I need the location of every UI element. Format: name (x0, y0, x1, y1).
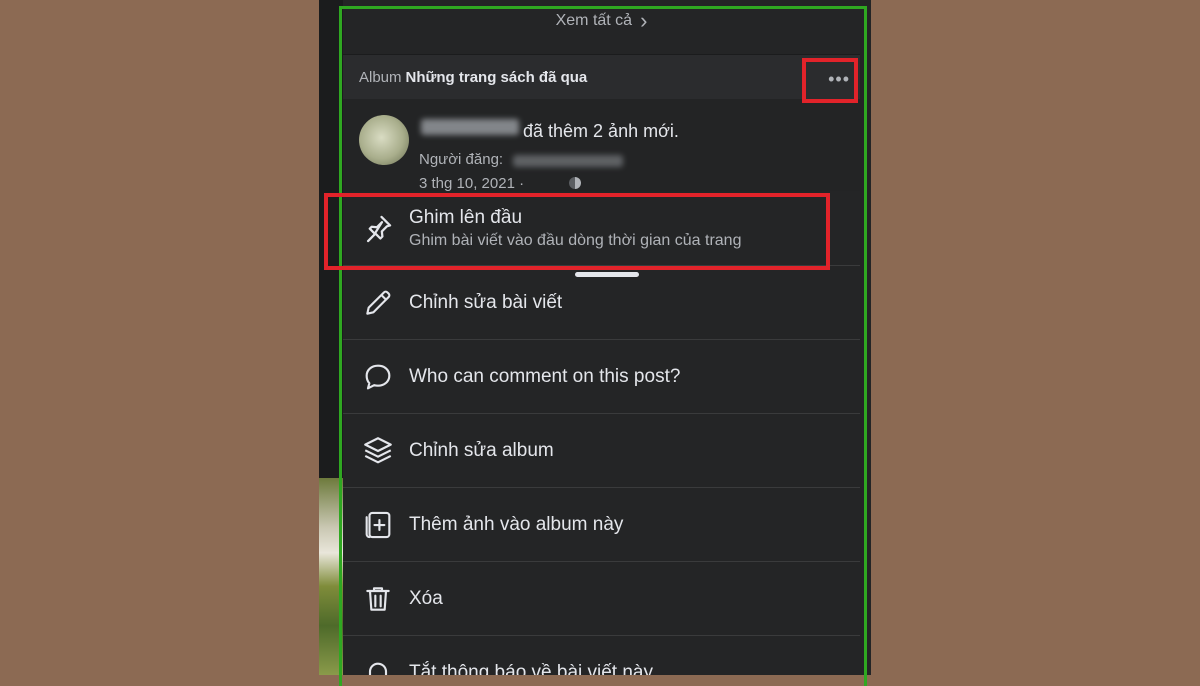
screenshot-frame: Xem tất cả › Album Những trang sách đã q… (319, 0, 871, 675)
see-all-link[interactable]: Xem tất cả › (343, 0, 860, 42)
album-label: Album (359, 68, 402, 86)
pin-icon (358, 209, 398, 249)
post-date: 3 thg 10, 2021 · (419, 175, 525, 192)
post-options-sheet: Xem tất cả › Album Những trang sách đã q… (343, 0, 860, 675)
avatar[interactable] (359, 115, 409, 165)
menu-item-turn-off-notifications[interactable]: Tắt thông báo về bài viết này (343, 636, 860, 675)
menu-item-delete[interactable]: Xóa (343, 562, 860, 636)
trash-icon (358, 579, 398, 619)
comment-icon (358, 357, 398, 397)
menu-item-label: Chỉnh sửa album (409, 439, 554, 461)
post-action-text: đã thêm 2 ảnh mới. (523, 121, 679, 141)
menu-item-edit-post[interactable]: Chỉnh sửa bài viết (343, 266, 860, 340)
menu-item-label: Tắt thông báo về bài viết này (409, 662, 653, 675)
globe-icon (569, 177, 581, 189)
menu-item-label: Who can comment on this post? (409, 365, 681, 387)
pencil-icon (358, 283, 398, 323)
menu-item-label: Thêm ảnh vào album này (409, 513, 624, 535)
album-header: Album Những trang sách đã qua ••• (343, 54, 860, 99)
menu-item-description: Ghim bài viết vào đầu dòng thời gian của… (409, 232, 742, 249)
menu-item-label: Chỉnh sửa bài viết (409, 291, 563, 313)
blurred-username (421, 119, 519, 135)
album-name: Những trang sách đã qua (405, 68, 588, 86)
menu-item-pin-to-top[interactable]: Ghim lên đầu Ghim bài viết vào đầu dòng … (343, 192, 860, 266)
blurred-author-name (513, 155, 623, 167)
menu-item-who-can-comment[interactable]: Who can comment on this post? (343, 340, 860, 414)
post-author-label: Người đăng: (419, 151, 504, 168)
background-photo (319, 478, 343, 675)
menu-item-add-photos[interactable]: Thêm ảnh vào album này (343, 488, 860, 562)
menu-item-edit-album[interactable]: Chỉnh sửa album (343, 414, 860, 488)
post-header: đã thêm 2 ảnh mới. Người đăng: 3 thg 10,… (343, 99, 860, 277)
menu-item-label: Ghim lên đầu (409, 207, 523, 228)
see-all-label: Xem tất cả (555, 12, 633, 29)
more-options-icon[interactable]: ••• (828, 69, 850, 90)
chevron-right-icon: › (640, 8, 648, 33)
bell-icon (358, 653, 398, 675)
layers-icon (358, 431, 398, 471)
menu-item-label: Xóa (409, 587, 443, 609)
add-photo-icon (358, 505, 398, 545)
